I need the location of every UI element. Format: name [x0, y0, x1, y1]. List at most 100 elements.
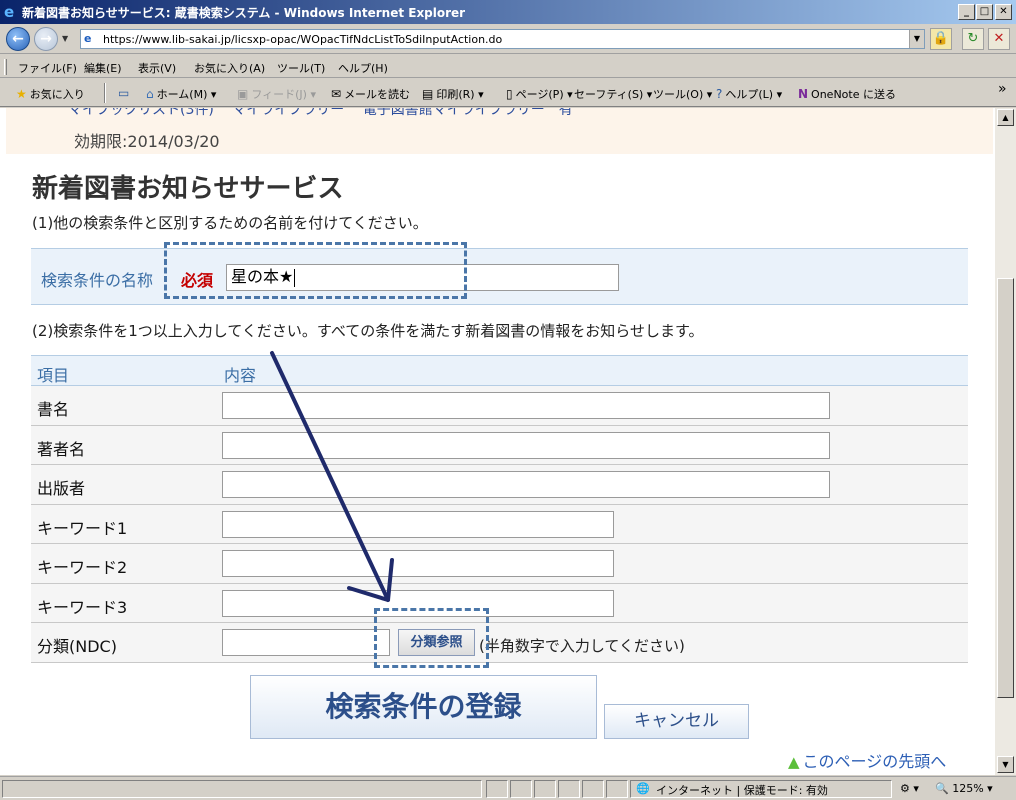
- menu-favorites[interactable]: お気に入り(A): [194, 60, 265, 76]
- table-row: 著者名: [31, 425, 968, 465]
- page-content: マイブックリスト(3件) マイライブラリー 電子図書館マイライブラリー 有 効期…: [0, 108, 995, 775]
- status-bar: 🌐 インターネット | 保護モード: 有効 ⚙ ▾ 🔍 125% ▾: [0, 776, 1016, 800]
- home-icon: ⌂: [146, 87, 154, 101]
- toolbar-overflow-button[interactable]: »: [998, 81, 1007, 97]
- globe-icon: 🌐: [636, 782, 650, 795]
- scroll-thumb[interactable]: [997, 278, 1014, 698]
- onenote-button[interactable]: N OneNote に送る: [798, 86, 896, 102]
- instruction-conditions: (2)検索条件を1つ以上入力してください。すべての条件を満たす新着図書の情報をお…: [32, 322, 704, 340]
- table-row: キーワード1: [31, 504, 968, 544]
- print-label: 印刷(R): [436, 88, 475, 101]
- window-title-bar: e 新着図書お知らせサービス: 蔵書検索システム - Windows Inter…: [0, 0, 1016, 24]
- title-label: 書名: [37, 400, 70, 419]
- lock-icon[interactable]: 🔒: [930, 28, 952, 50]
- separator: [104, 83, 106, 103]
- publisher-input[interactable]: [222, 471, 830, 498]
- read-mail-button[interactable]: ✉ メールを読む: [331, 86, 410, 102]
- name-field-highlight: [164, 242, 467, 299]
- close-window-button[interactable]: ✕: [995, 4, 1012, 20]
- command-bar: ★ お気に入り ▭ ⌂ ホーム(M) ▾ ▣ フィード(J) ▾ ✉ メールを読む ▤ 印…: [0, 79, 1016, 107]
- menu-edit[interactable]: 編集(E): [84, 60, 122, 76]
- keyword1-label: キーワード1: [37, 518, 128, 538]
- keyword1-input[interactable]: [222, 510, 614, 538]
- zoom-level[interactable]: 🔍 125% ▾: [935, 782, 993, 795]
- scroll-up-button[interactable]: ▲: [997, 109, 1014, 126]
- window-title: 新着図書お知らせサービス: 蔵書検索システム - Windows Interne…: [22, 6, 466, 20]
- status-cell: [486, 780, 508, 798]
- toolbar-grip: [4, 59, 7, 75]
- help-icon: ?: [716, 87, 723, 101]
- status-cell: [510, 780, 532, 798]
- maximize-button[interactable]: □: [976, 4, 993, 20]
- author-label: 著者名: [37, 439, 86, 459]
- table-row: 出版者: [31, 465, 968, 505]
- keyword2-input[interactable]: [222, 550, 614, 577]
- popup-blocker-icon[interactable]: ⚙ ▾: [900, 782, 919, 795]
- url-field[interactable]: e https://www.lib-sakai.jp/licsxp-opac/W…: [80, 29, 925, 49]
- status-message-cell: [2, 780, 482, 798]
- favorites-button[interactable]: ★ お気に入り: [16, 86, 85, 102]
- ndc-input[interactable]: [222, 629, 390, 656]
- table-header: 項目 内容: [31, 355, 968, 386]
- table-row: キーワード2: [31, 544, 968, 584]
- security-zone-text: インターネット | 保護モード: 有効: [656, 784, 828, 797]
- table-row: キーワード3: [31, 583, 968, 623]
- ndc-label: 分類(NDC): [37, 637, 117, 656]
- minimize-button[interactable]: _: [958, 4, 975, 20]
- title-input[interactable]: [222, 392, 830, 419]
- page-title: 新着図書お知らせサービス: [32, 174, 344, 204]
- page-menu-label: ページ(P): [515, 88, 564, 101]
- vertical-scrollbar[interactable]: ▲ ▼: [995, 108, 1016, 775]
- tools-menu-label: ツール(O): [653, 88, 704, 101]
- instruction-name: (1)他の検索条件と区別するための名前を付けてください。: [32, 214, 428, 232]
- cancel-button[interactable]: キャンセル: [604, 704, 749, 739]
- feeds-label: フィード(J): [251, 88, 307, 101]
- printer-icon: ▤: [422, 87, 434, 101]
- onenote-icon: N: [798, 87, 809, 101]
- history-dropdown-icon[interactable]: ▼: [62, 34, 68, 43]
- keyword3-label: キーワード3: [37, 597, 128, 617]
- scroll-down-button[interactable]: ▼: [997, 756, 1014, 773]
- expiry-date: 効期限:2014/03/20: [74, 132, 220, 151]
- page-menu-button[interactable]: ▯ ページ(P) ▾: [506, 86, 573, 102]
- browse-button-highlight: [374, 608, 489, 668]
- feeds-button[interactable]: ▣ フィード(J) ▾: [237, 86, 316, 102]
- page-icon: e: [84, 32, 92, 45]
- url-dropdown-icon[interactable]: ▼: [909, 30, 924, 48]
- safety-menu-button[interactable]: セーフティ(S) ▾: [574, 86, 652, 102]
- register-condition-button[interactable]: 検索条件の登録: [250, 675, 597, 739]
- publisher-label: 出版者: [37, 479, 86, 498]
- up-arrow-icon: ▲: [788, 753, 800, 771]
- condition-name-label: 検索条件の名称: [41, 271, 154, 290]
- stop-icon[interactable]: ✕: [988, 28, 1010, 50]
- add-tab-icon[interactable]: ▭: [118, 86, 129, 100]
- keyword2-label: キーワード2: [37, 558, 128, 577]
- safety-menu-label: セーフティ(S): [574, 88, 644, 101]
- menu-file[interactable]: ファイル(F): [18, 60, 77, 76]
- user-info-area: マイブックリスト(3件) マイライブラリー 電子図書館マイライブラリー 有 効期…: [6, 108, 993, 154]
- page-top-link[interactable]: ▲ このページの先頭へ: [788, 748, 946, 772]
- tools-menu-button[interactable]: ツール(O) ▾: [653, 86, 712, 102]
- status-cell: [606, 780, 628, 798]
- column-content: 内容: [224, 366, 257, 385]
- favorites-label: お気に入り: [29, 88, 85, 101]
- rss-icon: ▣: [237, 87, 249, 101]
- home-button[interactable]: ⌂ ホーム(M) ▾: [146, 86, 216, 102]
- menu-tools[interactable]: ツール(T): [277, 60, 325, 76]
- star-icon: ★: [16, 87, 27, 101]
- print-button[interactable]: ▤ 印刷(R) ▾: [422, 86, 484, 102]
- onenote-label: OneNote に送る: [811, 88, 896, 101]
- my-library-links[interactable]: マイブックリスト(3件) マイライブラリー 電子図書館マイライブラリー 有: [68, 108, 573, 119]
- author-input[interactable]: [222, 431, 830, 459]
- page-icon: ▯: [506, 87, 513, 101]
- back-button[interactable]: ←: [6, 27, 30, 51]
- search-conditions-table: 項目 内容 書名 著者名 出版者 キーワード1 キーワード2 キーワード3 分類: [31, 355, 968, 663]
- column-item: 項目: [37, 366, 70, 385]
- page-top-label: このページの先頭へ: [802, 752, 947, 771]
- menu-view[interactable]: 表示(V): [138, 60, 176, 76]
- help-menu-button[interactable]: ? ヘルプ(L) ▾: [716, 86, 782, 102]
- refresh-icon[interactable]: ↻: [962, 28, 984, 50]
- status-cell: [582, 780, 604, 798]
- forward-button[interactable]: →: [34, 27, 58, 51]
- menu-help[interactable]: ヘルプ(H): [338, 60, 388, 76]
